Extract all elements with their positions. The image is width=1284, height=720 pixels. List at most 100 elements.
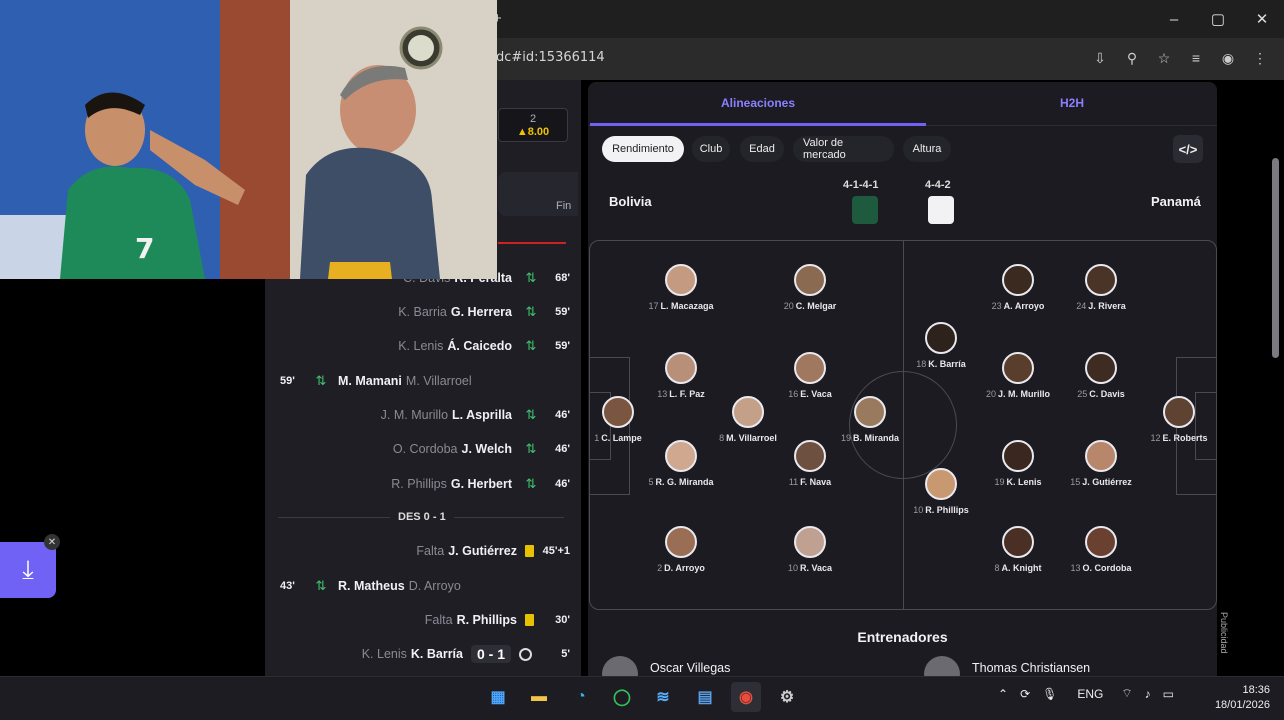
bookmark-star-icon[interactable]: ☆ [1154,48,1174,68]
player-name-text: A. Arroyo [1003,301,1045,311]
player-marker[interactable]: 8 M. Villarroel [698,396,798,443]
player-marker[interactable]: 25 C. Davis [1051,352,1151,399]
language-indicator[interactable]: ENG [1077,687,1103,701]
player-marker[interactable]: 12 E. Roberts [1129,396,1229,443]
event-minute: 68' [555,272,570,284]
zoom-icon[interactable]: ⚲ [1122,48,1142,68]
filter-market-value[interactable]: Valor de mercado [793,136,894,162]
substitution-icon: ⇅ [525,441,537,456]
minimize-icon[interactable]: – [1152,0,1196,38]
event-player: J. Welch [461,442,512,456]
player-marker[interactable]: 1 C. Lampe [568,396,668,443]
profile-icon[interactable]: ◉ [1218,48,1238,68]
maximize-icon[interactable]: ▢ [1196,0,1240,38]
home-formation: 4-1-4-1 [843,179,879,191]
event-minute: 59' [555,340,570,352]
whatsapp-icon[interactable]: ◯ [607,682,637,712]
player-marker[interactable]: 13 L. F. Paz [631,352,731,399]
start-icon[interactable]: ▦ [483,682,513,712]
player-marker[interactable]: 15 J. Gutiérrez [1051,440,1151,487]
chevron-up-icon[interactable]: ⌃ [998,687,1008,701]
yellow-card-icon [525,614,534,626]
player-number: 13 [1070,563,1081,573]
odds-box[interactable]: 2 ▲8.00 [498,108,568,142]
download-close-icon[interactable]: ✕ [44,534,60,550]
player-photo [794,352,826,384]
filter-height[interactable]: Altura [903,136,951,162]
sync-icon[interactable]: ⟳ [1020,687,1030,701]
player-marker[interactable]: 16 E. Vaca [760,352,860,399]
player-marker[interactable]: 2 D. Arroyo [631,526,731,573]
player-photo [1002,440,1034,472]
player-name-text: R. Vaca [799,563,833,573]
player-marker[interactable]: 11 F. Nava [760,440,860,487]
lineup-tabs: Alineaciones H2H [588,82,1217,126]
download-button[interactable]: ⤓ [0,542,56,598]
player-photo [854,396,886,428]
player-marker[interactable]: 13 O. Cordoba [1051,526,1151,573]
svg-text:7: 7 [135,232,154,265]
url-text[interactable]: dc#id:15366114 [496,50,605,65]
microphone-icon[interactable]: 🎙 [1042,687,1057,701]
player-marker[interactable]: 10 R. Phillips [891,468,991,515]
filter-age[interactable]: Edad [740,136,784,162]
event-minute: 5' [561,648,570,660]
player-photo [1002,526,1034,558]
player-name-text: A. Knight [1001,563,1042,573]
player-marker[interactable]: 17 L. Macazaga [631,264,731,311]
edge-icon[interactable]: ◔ [566,682,596,712]
player-photo [1085,264,1117,296]
close-icon[interactable]: ✕ [1240,0,1284,38]
player-marker[interactable]: 20 C. Melgar [760,264,860,311]
embed-code-button[interactable]: </> [1173,135,1203,163]
player-marker[interactable]: 5 R. G. Miranda [631,440,731,487]
player-name-text: E. Roberts [1162,433,1208,443]
away-coach-name[interactable]: Thomas Christiansen [972,661,1090,675]
webcam-overlay: 7 [0,0,497,279]
player-number: 12 [1150,433,1161,443]
app-icon[interactable]: ≋ [648,682,678,712]
clock[interactable]: 18:36 18/01/2026 [1200,683,1270,713]
chrome-icon[interactable]: ◉ [731,682,761,712]
battery-icon[interactable]: ▭ [1163,687,1174,701]
clock-time: 18:36 [1242,684,1270,696]
player-photo [665,264,697,296]
file-explorer-icon[interactable]: ▬ [524,682,554,712]
player-marker[interactable]: 24 J. Rivera [1051,264,1151,311]
coaches-title: Entrenadores [857,629,948,645]
event-secondary: K. Lenis [398,339,444,353]
event-row: K. Barria G. Herrera ⇅ 59' [270,301,570,323]
halftime-label: DES 0 - 1 [390,511,454,523]
player-name-text: C. Melgar [795,301,837,311]
player-name: 15 J. Gutiérrez [1051,477,1151,487]
event-minute: 30' [555,614,570,626]
player-name-text: K. Barría [928,359,966,369]
filter-performance[interactable]: Rendimiento [602,136,684,162]
home-coach-name[interactable]: Oscar Villegas [650,661,730,675]
media-control-icon[interactable]: ≡ [1186,48,1206,68]
settings-icon[interactable]: ⚙ [772,682,802,712]
menu-icon[interactable]: ⋮ [1250,48,1270,68]
event-player: L. Asprilla [452,408,512,422]
system-tray: ⌃ ⟳ 🎙 ENG ⌔ ♪ ▭ [998,686,1174,701]
volume-icon[interactable]: ♪ [1145,687,1151,701]
event-secondary: Falta [416,544,445,558]
download-icon: ⤓ [22,554,34,584]
wifi-icon[interactable]: ⌔ [1121,686,1132,701]
event-row: J. M. Murillo L. Asprilla ⇅ 46' [270,404,570,426]
scrollbar[interactable] [1272,158,1279,358]
photos-icon[interactable]: ▤ [690,682,720,712]
tab-h2h[interactable]: H2H [1060,96,1084,110]
tab-lineups[interactable]: Alineaciones [721,96,795,110]
player-number: 24 [1076,301,1087,311]
player-marker[interactable]: 10 R. Vaca [760,526,860,573]
home-kit-icon [852,196,878,224]
player-marker[interactable]: 19 B. Miranda [820,396,920,443]
install-app-icon[interactable]: ⇩ [1090,48,1110,68]
event-row: K. Lenis Á. Caicedo ⇅ 59' [270,335,570,357]
player-name-text: R. Phillips [925,505,969,515]
event-minute: 59' [280,375,295,387]
player-photo [1085,352,1117,384]
filter-club[interactable]: Club [692,136,730,162]
player-number: 15 [1070,477,1081,487]
